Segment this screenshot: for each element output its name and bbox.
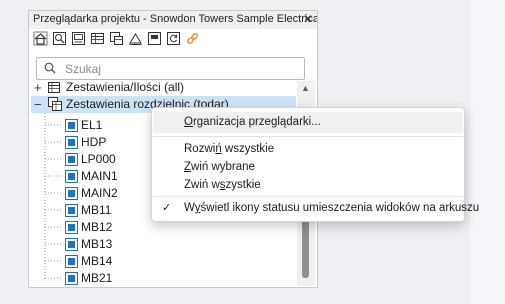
tree-leaf-label: LP000	[81, 152, 116, 166]
tree-leaf-label: MB14	[81, 254, 113, 268]
menu-item-collapse-all[interactable]: Zwiń wszystkie	[153, 175, 463, 196]
tree-leaf-label: MAIN1	[81, 169, 118, 183]
tree-leaf-label: MB13	[81, 237, 113, 251]
context-menu: Organizacja przeglądarki... Rozwiń wszys…	[151, 107, 479, 222]
tree-leaf-label: EL1	[81, 118, 103, 132]
collapse-toggle-panel-schedules[interactable]: −	[34, 96, 42, 113]
close-icon[interactable]: ✕	[303, 12, 313, 26]
panel-schedule-icon	[65, 136, 78, 149]
panel-schedule-icon	[65, 119, 78, 132]
schedule-group-icon	[48, 79, 63, 96]
panel-schedule-icon	[65, 153, 78, 166]
panel-schedule-group-icon	[48, 96, 63, 113]
panel-schedule-icon	[65, 187, 78, 200]
panel-schedule-icon	[65, 255, 78, 268]
menu-item-show-placement-status[interactable]: ✓ Wyświetl ikony statusu umieszczenia wi…	[153, 198, 479, 219]
checkmark-icon: ✓	[162, 202, 172, 214]
panel-schedule-icon	[65, 204, 78, 217]
panel-schedule-icon	[65, 221, 78, 234]
panel-schedule-icon	[65, 238, 78, 251]
scroll-up-icon[interactable]: ▲	[301, 83, 310, 93]
menu-separator	[153, 196, 463, 197]
tree-leaf-label: MB12	[81, 220, 113, 234]
background-edge	[470, 0, 505, 304]
panel-schedule-icon	[65, 170, 78, 183]
tree-leaf-label: HDP	[81, 135, 107, 149]
menu-separator	[153, 136, 463, 137]
panel-schedule-icon	[65, 272, 78, 285]
tree-leaf-label: MAIN2	[81, 186, 118, 200]
menu-item-organize-browser[interactable]: Organizacja przeglądarki...	[153, 112, 463, 133]
tree-leaf-label: MB21	[81, 271, 113, 285]
expand-toggle-schedules[interactable]: +	[34, 79, 42, 96]
tree-leaf-label: MB11	[81, 203, 112, 217]
tree-item-schedules[interactable]: Zestawienia/Ilości (all)	[66, 79, 184, 96]
